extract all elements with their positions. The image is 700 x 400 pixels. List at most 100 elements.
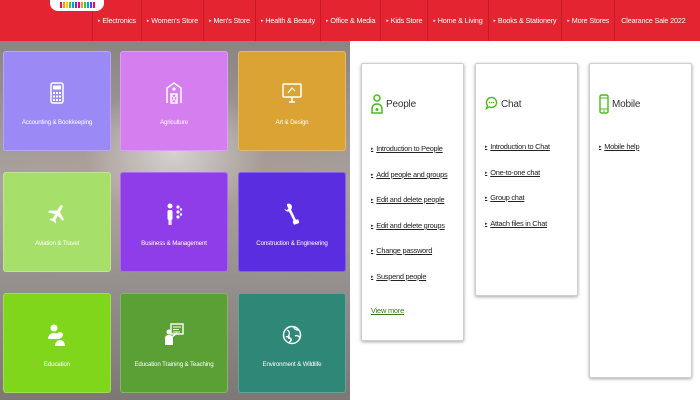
help-link[interactable]: ▸ Suspend people xyxy=(371,272,426,281)
chevron-right-icon: ▸ xyxy=(326,17,329,24)
help-link-label: Attach files in Chat xyxy=(490,219,547,228)
help-link-label: Change password xyxy=(376,246,433,255)
category-tile-aviation[interactable]: Aviation & Travel xyxy=(3,172,111,272)
help-link-label: Suspend people xyxy=(376,272,427,281)
help-link-label: Add people and groups xyxy=(376,170,448,179)
nav-item-label: Office & Media xyxy=(330,16,376,25)
help-link[interactable]: ▸ One-to-one chat xyxy=(485,168,540,177)
category-label: Aviation & Travel xyxy=(35,240,79,247)
caret-right-icon: ▸ xyxy=(599,143,602,150)
help-link-label: One-to-one chat xyxy=(490,168,540,177)
business-icon xyxy=(163,200,185,228)
category-tile-construction[interactable]: Construction & Engineering xyxy=(238,172,346,272)
nav-item-more-stores[interactable]: ▸ More Stores xyxy=(561,0,614,41)
card-header: People xyxy=(371,94,416,114)
category-label: Construction & Engineering xyxy=(256,240,328,247)
category-label: Education xyxy=(43,361,71,368)
nav-item-books-stationery[interactable]: ▸ Books & Stationery xyxy=(487,0,562,41)
caret-right-icon: ▸ xyxy=(371,273,374,280)
help-link[interactable]: ▸ Change password xyxy=(371,246,432,255)
caret-right-icon: ▸ xyxy=(371,196,374,203)
mobile-help-card: Mobile ▸ Mobile help xyxy=(589,63,692,378)
card-title: Mobile xyxy=(612,98,641,110)
chevron-right-icon: ▸ xyxy=(146,17,150,24)
people-icon xyxy=(371,94,383,114)
chevron-right-icon: ▸ xyxy=(567,17,570,24)
category-label: Business & Management xyxy=(141,240,207,247)
teacher-icon xyxy=(163,321,185,349)
category-tile-education[interactable]: Education xyxy=(3,293,111,393)
help-link-label: Mobile help xyxy=(604,142,640,151)
barn-icon xyxy=(163,79,185,107)
chevron-right-icon: ▸ xyxy=(493,17,497,24)
category-tile-agriculture[interactable]: Agriculture xyxy=(120,51,228,151)
category-tile-business[interactable]: Business & Management xyxy=(120,172,228,272)
help-link-label: Introduction to Chat xyxy=(490,142,550,151)
people-icon xyxy=(46,321,68,349)
globe-icon xyxy=(281,321,303,349)
chevron-right-icon: ▸ xyxy=(386,17,389,24)
category-label: Art & Design xyxy=(275,119,309,126)
nav-item-mens-store[interactable]: ▸ Men's Store xyxy=(203,0,255,41)
store-nav: ▸ Electronics ▸ Women's Store ▸ Men's Store… xyxy=(92,0,700,41)
help-link-label: Edit and delete people xyxy=(376,195,445,204)
nav-item-home-living[interactable]: ▸ Home & Living xyxy=(427,0,487,41)
hero-background: Accounting & Bookkeeping Agriculture Art… xyxy=(0,41,350,400)
nav-item-label: Kids Store xyxy=(390,16,423,25)
nav-item-office-media[interactable]: ▸ Office & Media xyxy=(320,0,380,41)
nav-item-label: Home & Living xyxy=(437,16,483,25)
page: ▸ Electronics ▸ Women's Store ▸ Men's Store… xyxy=(0,0,700,400)
chevron-right-icon: ▸ xyxy=(98,17,101,24)
caret-right-icon: ▸ xyxy=(371,145,374,152)
help-link[interactable]: ▸ Group chat xyxy=(485,193,525,202)
nav-item-label: Women's Store xyxy=(151,16,199,25)
nav-item-health-beauty[interactable]: ▸ Health & Beauty xyxy=(254,0,320,41)
category-label: Environment & Wildlife xyxy=(262,361,322,368)
chat-bubble-icon xyxy=(485,96,498,112)
caret-right-icon: ▸ xyxy=(485,143,488,150)
logo[interactable] xyxy=(0,0,104,41)
nav-item-clearance-sale[interactable]: Clearance Sale 2022 xyxy=(614,0,690,41)
category-tile-education-training[interactable]: Education Training & Teaching xyxy=(120,293,228,393)
help-link[interactable]: ▸ Mobile help xyxy=(599,142,640,151)
people-help-card: People ▸ Introduction to People ▸ Add peop… xyxy=(361,63,464,341)
caret-right-icon: ▸ xyxy=(485,194,488,201)
nav-item-label: Electronics xyxy=(102,16,136,25)
category-tile-accounting[interactable]: Accounting & Bookkeeping xyxy=(3,51,111,151)
category-label: Education Training & Teaching xyxy=(134,361,214,368)
chevron-right-icon: ▸ xyxy=(433,17,436,24)
mobile-phone-icon xyxy=(599,94,609,114)
nav-item-label: Men's Store xyxy=(213,16,250,25)
help-link[interactable]: ▸ Introduction to Chat xyxy=(485,142,550,151)
nav-item-label: Health & Beauty xyxy=(265,16,316,25)
category-label: Agriculture xyxy=(160,119,188,126)
caret-right-icon: ▸ xyxy=(371,171,374,178)
help-link[interactable]: ▸ Attach files in Chat xyxy=(485,219,547,228)
airplane-icon xyxy=(46,200,68,228)
view-more-link[interactable]: View more xyxy=(371,306,404,315)
help-link[interactable]: ▸ Add people and groups xyxy=(371,170,448,179)
chevron-right-icon: ▸ xyxy=(260,17,264,24)
calculator-icon xyxy=(46,79,68,107)
card-title: People xyxy=(386,98,416,110)
tools-icon xyxy=(281,200,303,228)
caret-right-icon: ▸ xyxy=(371,222,374,229)
card-header: Chat xyxy=(485,94,522,114)
chevron-right-icon: ▸ xyxy=(209,17,212,24)
help-link[interactable]: ▸ Introduction to People xyxy=(371,144,443,153)
logo-barcode-icon xyxy=(50,0,104,11)
help-link[interactable]: ▸ Edit and delete groups xyxy=(371,221,445,230)
nav-item-womens-store[interactable]: ▸ Women's Store xyxy=(140,0,203,41)
monitor-icon xyxy=(281,79,303,107)
card-title: Chat xyxy=(501,98,522,110)
help-link-label: Introduction to People xyxy=(376,144,443,153)
help-link-label: Edit and delete groups xyxy=(376,221,445,230)
nav-item-label: Clearance Sale 2022 xyxy=(621,16,686,25)
category-tile-environment[interactable]: Environment & Wildlife xyxy=(238,293,346,393)
caret-right-icon: ▸ xyxy=(371,247,374,254)
category-tile-art-design[interactable]: Art & Design xyxy=(238,51,346,151)
nav-item-label: More Stores xyxy=(571,16,610,25)
help-link[interactable]: ▸ Edit and delete people xyxy=(371,195,445,204)
help-link-label: Group chat xyxy=(490,193,525,202)
nav-item-kids-store[interactable]: ▸ Kids Store xyxy=(380,0,427,41)
